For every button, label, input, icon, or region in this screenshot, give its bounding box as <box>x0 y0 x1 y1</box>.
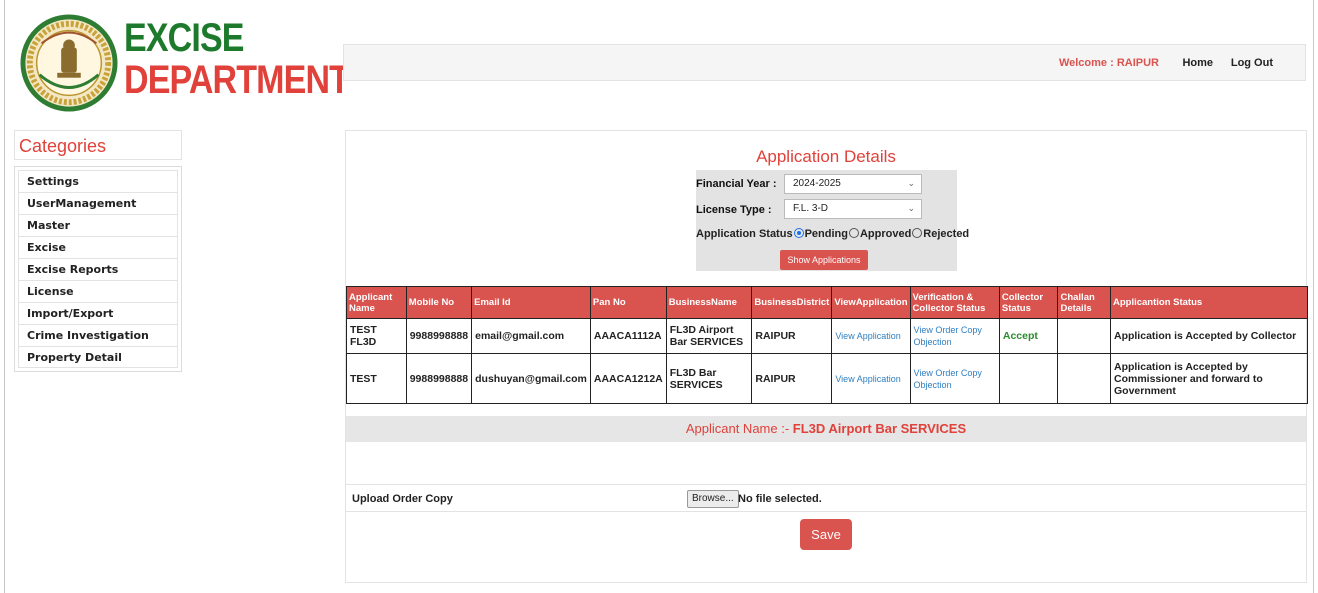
cell-applicant: TEST FL3D <box>346 318 407 354</box>
table-row: TEST 9988998888 dushuyan@gmail.com AAACA… <box>346 353 1309 404</box>
sidebar-item-settings[interactable]: Settings <box>18 170 178 192</box>
col-verification: Verification & Collector Status <box>909 286 1000 319</box>
radio-rejected-label[interactable]: Rejected <box>923 228 969 240</box>
file-status-text: No file selected. <box>738 493 822 505</box>
sidebar-item-excise-reports[interactable]: Excise Reports <box>18 258 178 280</box>
cell-applicant: TEST <box>346 353 407 404</box>
col-challan-details: Challan Details <box>1057 286 1111 319</box>
view-application-link[interactable]: View Application <box>835 331 900 341</box>
cell-mobile: 9988998888 <box>405 318 473 354</box>
state-seal-icon <box>20 14 118 112</box>
col-application-status: Applicantion Status <box>1109 286 1309 319</box>
radio-approved[interactable] <box>848 228 859 238</box>
save-button[interactable]: Save <box>800 519 852 550</box>
cell-verification: View Order Copy Objection <box>909 318 1000 354</box>
welcome-text: Welcome : RAIPUR <box>1058 57 1159 69</box>
top-navbar: Welcome : RAIPUR Home Log Out <box>343 44 1306 81</box>
cell-pan: AAACA1112A <box>589 318 667 354</box>
show-applications-button[interactable]: Show Applications <box>780 250 868 270</box>
sidebar-item-property-detail[interactable]: Property Detail <box>18 346 178 368</box>
col-business-name: BusinessName <box>665 286 753 319</box>
application-status-label: Application Status <box>696 228 793 240</box>
sidebar-menu: Settings UserManagement Master Excise Ex… <box>14 166 182 372</box>
logout-link[interactable]: Log Out <box>1231 57 1273 69</box>
logo[interactable]: EXCISE DEPARTMENT <box>18 12 350 112</box>
logo-line1: EXCISE <box>124 16 244 60</box>
home-link[interactable]: Home <box>1182 57 1213 69</box>
license-type-select[interactable]: F.L. 3-D ⌄ <box>784 199 922 219</box>
cell-view: View Application <box>831 318 911 354</box>
applicant-name-bar: Applicant Name :- FL3D Airport Bar SERVI… <box>346 416 1306 442</box>
logo-line2: DEPARTMENT <box>124 58 350 102</box>
cell-pan: AAACA1212A <box>589 353 667 404</box>
view-order-copy-link[interactable]: View Order Copy Objection <box>914 325 982 347</box>
sidebar-item-crime-investigation[interactable]: Crime Investigation <box>18 324 178 346</box>
cell-status: Application is Accepted by Collector <box>1109 318 1309 354</box>
financial-year-value: 2024-2025 <box>793 178 841 189</box>
applicant-name-prefix: Applicant Name :- <box>685 421 793 436</box>
browse-button[interactable]: Browse... <box>687 490 739 508</box>
cell-district: RAIPUR <box>751 353 833 404</box>
cell-email: dushuyan@gmail.com <box>471 353 591 404</box>
col-mobile-no: Mobile No <box>405 286 473 319</box>
cell-business: FL3D Airport Bar SERVICES <box>665 318 753 354</box>
chevron-down-icon: ⌄ <box>907 203 915 213</box>
table-header-row: Applicant Name Mobile No Email Id Pan No… <box>346 286 1309 319</box>
cell-challan <box>1057 318 1111 354</box>
sidebar-item-usermanagement[interactable]: UserManagement <box>18 192 178 214</box>
col-pan-no: Pan No <box>589 286 667 319</box>
col-applicant-name: Applicant Name <box>346 286 407 319</box>
cell-view: View Application <box>831 353 911 404</box>
col-business-district: BusinessDistrict <box>751 286 833 319</box>
sidebar-item-master[interactable]: Master <box>18 214 178 236</box>
filter-box: Financial Year : 2024-2025 ⌄ License Typ… <box>696 170 969 271</box>
cell-collector-status <box>998 353 1059 404</box>
page-title: Application Details <box>756 147 896 166</box>
chevron-down-icon: ⌄ <box>907 178 915 188</box>
col-email-id: Email Id <box>471 286 591 319</box>
application-details-panel: Application Details Financial Year : 202… <box>345 130 1309 583</box>
radio-pending[interactable] <box>793 228 804 238</box>
radio-pending-label[interactable]: Pending <box>805 228 848 240</box>
view-order-copy-link[interactable]: View Order Copy Objection <box>914 368 982 390</box>
cell-challan <box>1057 353 1111 404</box>
cell-district: RAIPUR <box>751 318 833 354</box>
col-collector-status: Collector Status <box>998 286 1059 319</box>
cell-collector-status: Accept <box>998 318 1059 354</box>
cell-mobile: 9988998888 <box>405 353 473 404</box>
radio-rejected[interactable] <box>912 228 923 238</box>
view-application-link[interactable]: View Application <box>835 374 900 384</box>
financial-year-select[interactable]: 2024-2025 ⌄ <box>784 174 922 194</box>
upload-row: Upload Order Copy Browse... No file sele… <box>346 484 1306 512</box>
table-row: TEST FL3D 9988998888 email@gmail.com AAA… <box>346 318 1309 354</box>
financial-year-label: Financial Year : <box>696 178 777 190</box>
application-status-group: Application Status Pending Approved Rejecte… <box>696 228 969 240</box>
radio-approved-label[interactable]: Approved <box>860 228 911 240</box>
cell-verification: View Order Copy Objection <box>909 353 1000 404</box>
license-type-label: License Type : <box>696 204 772 216</box>
sidebar-item-import-export[interactable]: Import/Export <box>18 302 178 324</box>
cell-email: email@gmail.com <box>471 318 591 354</box>
sidebar-item-license[interactable]: License <box>18 280 178 302</box>
categories-title: Categories <box>14 130 182 160</box>
license-type-value: F.L. 3-D <box>793 203 829 214</box>
applications-table: Applicant Name Mobile No Email Id Pan No… <box>346 286 1309 404</box>
applicant-name-value: FL3D Airport Bar SERVICES <box>792 421 967 436</box>
cell-status: Application is Accepted by Commissioner … <box>1109 353 1309 404</box>
sidebar-item-excise[interactable]: Excise <box>18 236 178 258</box>
upload-order-copy-label: Upload Order Copy <box>352 493 453 505</box>
cell-business: FL3D Bar SERVICES <box>665 353 753 404</box>
col-view-application: ViewApplication <box>831 286 911 319</box>
